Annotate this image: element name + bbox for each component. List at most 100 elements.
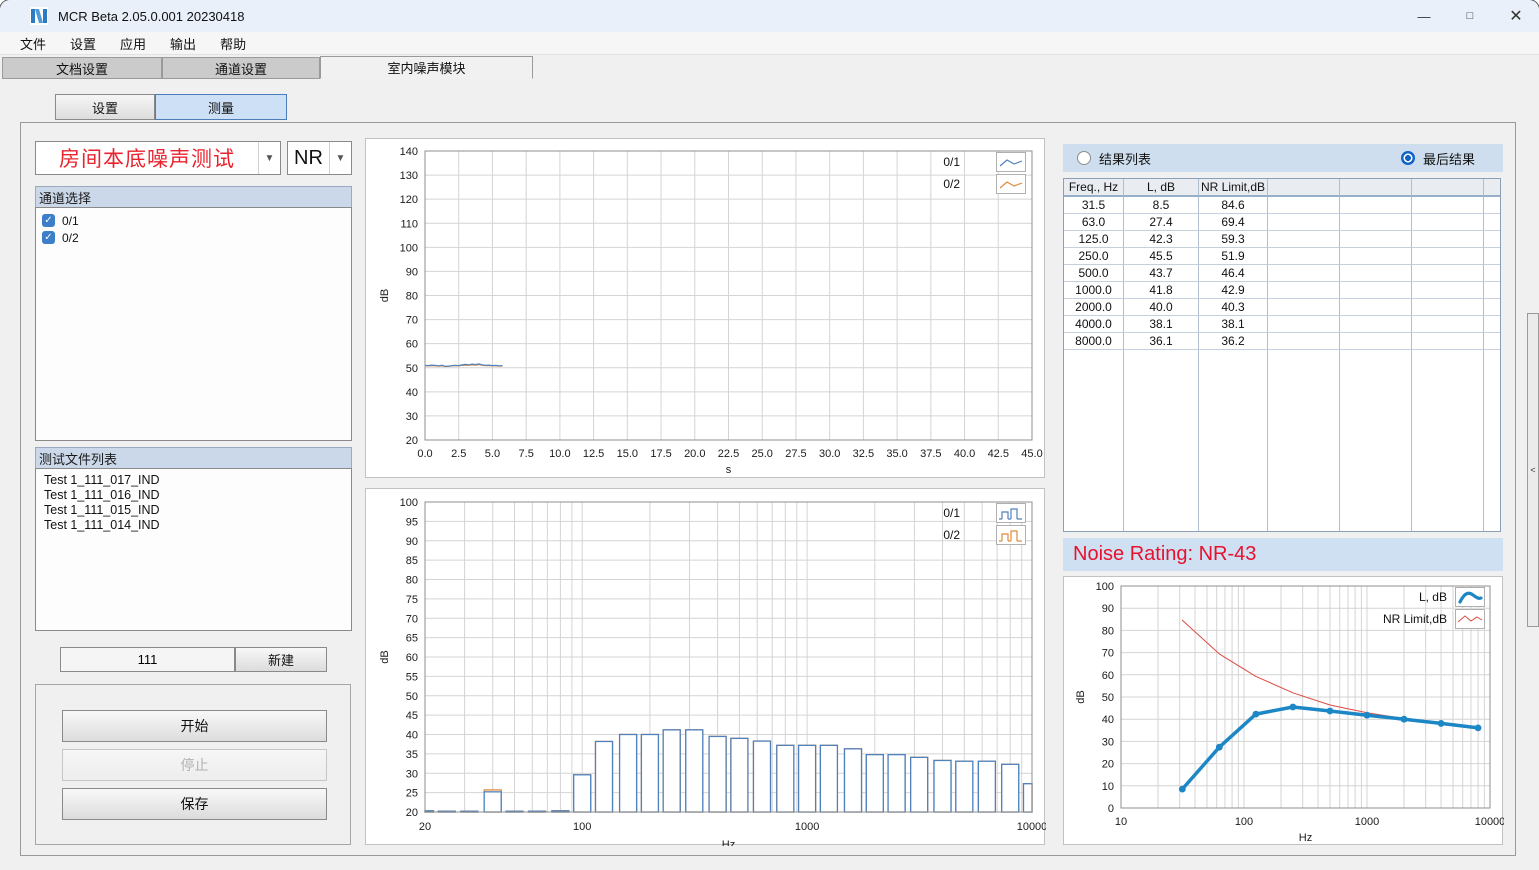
table-cell bbox=[1484, 197, 1500, 214]
table-cell bbox=[1340, 265, 1412, 282]
subtab-measure[interactable]: 测量 bbox=[155, 94, 287, 120]
table-header-cell: L, dB bbox=[1124, 179, 1199, 197]
tab-room-noise-module[interactable]: 室内噪声模块 bbox=[320, 56, 533, 79]
svg-text:60: 60 bbox=[1102, 670, 1114, 682]
checkmark-icon: ✓ bbox=[44, 215, 52, 226]
file-item[interactable]: Test 1_111_014_IND bbox=[44, 518, 351, 533]
chevron-down-icon[interactable]: ▼ bbox=[329, 142, 351, 174]
svg-text:10: 10 bbox=[1115, 816, 1127, 828]
test-type-value: 房间本底噪声测试 bbox=[36, 142, 258, 174]
table-row: 63.027.469.4 bbox=[1064, 214, 1500, 231]
menu-bar: 文件设置应用输出帮助 bbox=[0, 32, 1539, 55]
time-chart-legend: 0/10/2 bbox=[910, 152, 1026, 194]
svg-text:55: 55 bbox=[406, 671, 418, 683]
nr-rating-chart: 101001000100000102030405060708090100HzdB… bbox=[1063, 576, 1503, 845]
channel-checkbox[interactable]: ✓ bbox=[42, 231, 55, 244]
legend-bar-icon bbox=[996, 503, 1026, 523]
maximize-button[interactable]: □ bbox=[1447, 0, 1493, 32]
legend-label: 0/2 bbox=[910, 528, 960, 542]
svg-text:20: 20 bbox=[406, 435, 418, 447]
file-item[interactable]: Test 1_111_016_IND bbox=[44, 488, 351, 503]
menu-item-application[interactable]: 应用 bbox=[108, 32, 158, 54]
menu-item-file[interactable]: 文件 bbox=[8, 32, 58, 54]
menu-item-output[interactable]: 输出 bbox=[158, 32, 208, 54]
rating-type-combo[interactable]: NR ▼ bbox=[287, 141, 352, 175]
table-cell bbox=[1268, 333, 1340, 350]
table-cell bbox=[1268, 350, 1340, 531]
table-cell bbox=[1268, 282, 1340, 299]
table-filler-row bbox=[1064, 350, 1500, 531]
result-view-switch: 结果列表 最后结果 bbox=[1063, 144, 1503, 172]
table-cell bbox=[1268, 265, 1340, 282]
svg-text:Hz: Hz bbox=[1299, 832, 1312, 844]
legend-label: L, dB bbox=[1369, 590, 1447, 604]
subtab-settings[interactable]: 设置 bbox=[55, 94, 155, 120]
table-cell: 40.0 bbox=[1124, 299, 1199, 316]
tab-channel-settings[interactable]: 通道设置 bbox=[162, 57, 320, 79]
svg-text:50: 50 bbox=[406, 691, 418, 703]
svg-text:s: s bbox=[726, 464, 732, 476]
save-button[interactable]: 保存 bbox=[62, 788, 327, 820]
channel-item[interactable]: ✓0/2 bbox=[36, 229, 351, 246]
table-cell: 42.3 bbox=[1124, 231, 1199, 248]
test-type-combo[interactable]: 房间本底噪声测试 ▼ bbox=[35, 141, 281, 175]
table-cell bbox=[1340, 299, 1412, 316]
results-list-radio[interactable] bbox=[1077, 151, 1091, 165]
table-row: 4000.038.138.1 bbox=[1064, 316, 1500, 333]
start-button[interactable]: 开始 bbox=[62, 710, 327, 742]
file-item[interactable]: Test 1_111_017_IND bbox=[44, 473, 351, 488]
table-cell: 40.3 bbox=[1199, 299, 1268, 316]
last-result-radio[interactable] bbox=[1401, 151, 1415, 165]
svg-text:dB: dB bbox=[379, 650, 391, 663]
table-cell bbox=[1412, 316, 1484, 333]
table-cell: 1000.0 bbox=[1064, 282, 1124, 299]
close-button[interactable]: ✕ bbox=[1493, 0, 1539, 32]
menu-item-help[interactable]: 帮助 bbox=[208, 32, 258, 54]
table-cell: 38.1 bbox=[1199, 316, 1268, 333]
svg-text:70: 70 bbox=[1102, 648, 1114, 660]
table-cell: 63.0 bbox=[1064, 214, 1124, 231]
table-cell bbox=[1340, 282, 1412, 299]
table-cell: 51.9 bbox=[1199, 248, 1268, 265]
legend-label: 0/1 bbox=[910, 506, 960, 520]
svg-text:40: 40 bbox=[406, 730, 418, 742]
table-cell: 45.5 bbox=[1124, 248, 1199, 265]
panel-collapse-handle[interactable]: < bbox=[1527, 313, 1539, 627]
svg-text:40.0: 40.0 bbox=[954, 448, 975, 460]
menu-item-settings[interactable]: 设置 bbox=[58, 32, 108, 54]
table-cell: 2000.0 bbox=[1064, 299, 1124, 316]
file-item[interactable]: Test 1_111_015_IND bbox=[44, 503, 351, 518]
table-cell bbox=[1484, 299, 1500, 316]
svg-text:45: 45 bbox=[406, 710, 418, 722]
last-result-radio-label[interactable]: 最后结果 bbox=[1423, 149, 1475, 168]
results-table: Freq., HzL, dBNR Limit,dB31.58.584.663.0… bbox=[1063, 178, 1501, 532]
channel-checkbox[interactable]: ✓ bbox=[42, 214, 55, 227]
svg-text:90: 90 bbox=[406, 266, 418, 278]
table-cell: 250.0 bbox=[1064, 248, 1124, 265]
tab-document-settings[interactable]: 文档设置 bbox=[2, 57, 162, 79]
legend-label: 0/1 bbox=[910, 155, 960, 169]
table-cell: 69.4 bbox=[1199, 214, 1268, 231]
table-cell bbox=[1340, 316, 1412, 333]
channel-item[interactable]: ✓0/1 bbox=[36, 212, 351, 229]
svg-text:30.0: 30.0 bbox=[819, 448, 840, 460]
legend-thin-icon bbox=[1455, 609, 1485, 629]
file-list-header: 测试文件列表 bbox=[35, 447, 352, 469]
svg-text:10000: 10000 bbox=[1475, 816, 1504, 828]
window-title: MCR Beta 2.05.0.001 20230418 bbox=[58, 9, 244, 24]
results-list-radio-label[interactable]: 结果列表 bbox=[1099, 149, 1151, 168]
svg-text:140: 140 bbox=[400, 146, 418, 158]
svg-text:25.0: 25.0 bbox=[752, 448, 773, 460]
table-cell: 43.7 bbox=[1124, 265, 1199, 282]
chevron-down-icon[interactable]: ▼ bbox=[258, 142, 280, 174]
new-file-button[interactable]: 新建 bbox=[235, 647, 327, 672]
legend-entry: 0/1 bbox=[910, 152, 1026, 172]
minimize-button[interactable]: — bbox=[1401, 0, 1447, 32]
file-name-input[interactable] bbox=[60, 647, 235, 672]
table-cell bbox=[1484, 350, 1500, 531]
svg-text:22.5: 22.5 bbox=[718, 448, 739, 460]
svg-text:27.5: 27.5 bbox=[785, 448, 806, 460]
svg-text:45.0: 45.0 bbox=[1021, 448, 1042, 460]
svg-text:10000: 10000 bbox=[1017, 821, 1046, 833]
svg-text:37.5: 37.5 bbox=[920, 448, 941, 460]
